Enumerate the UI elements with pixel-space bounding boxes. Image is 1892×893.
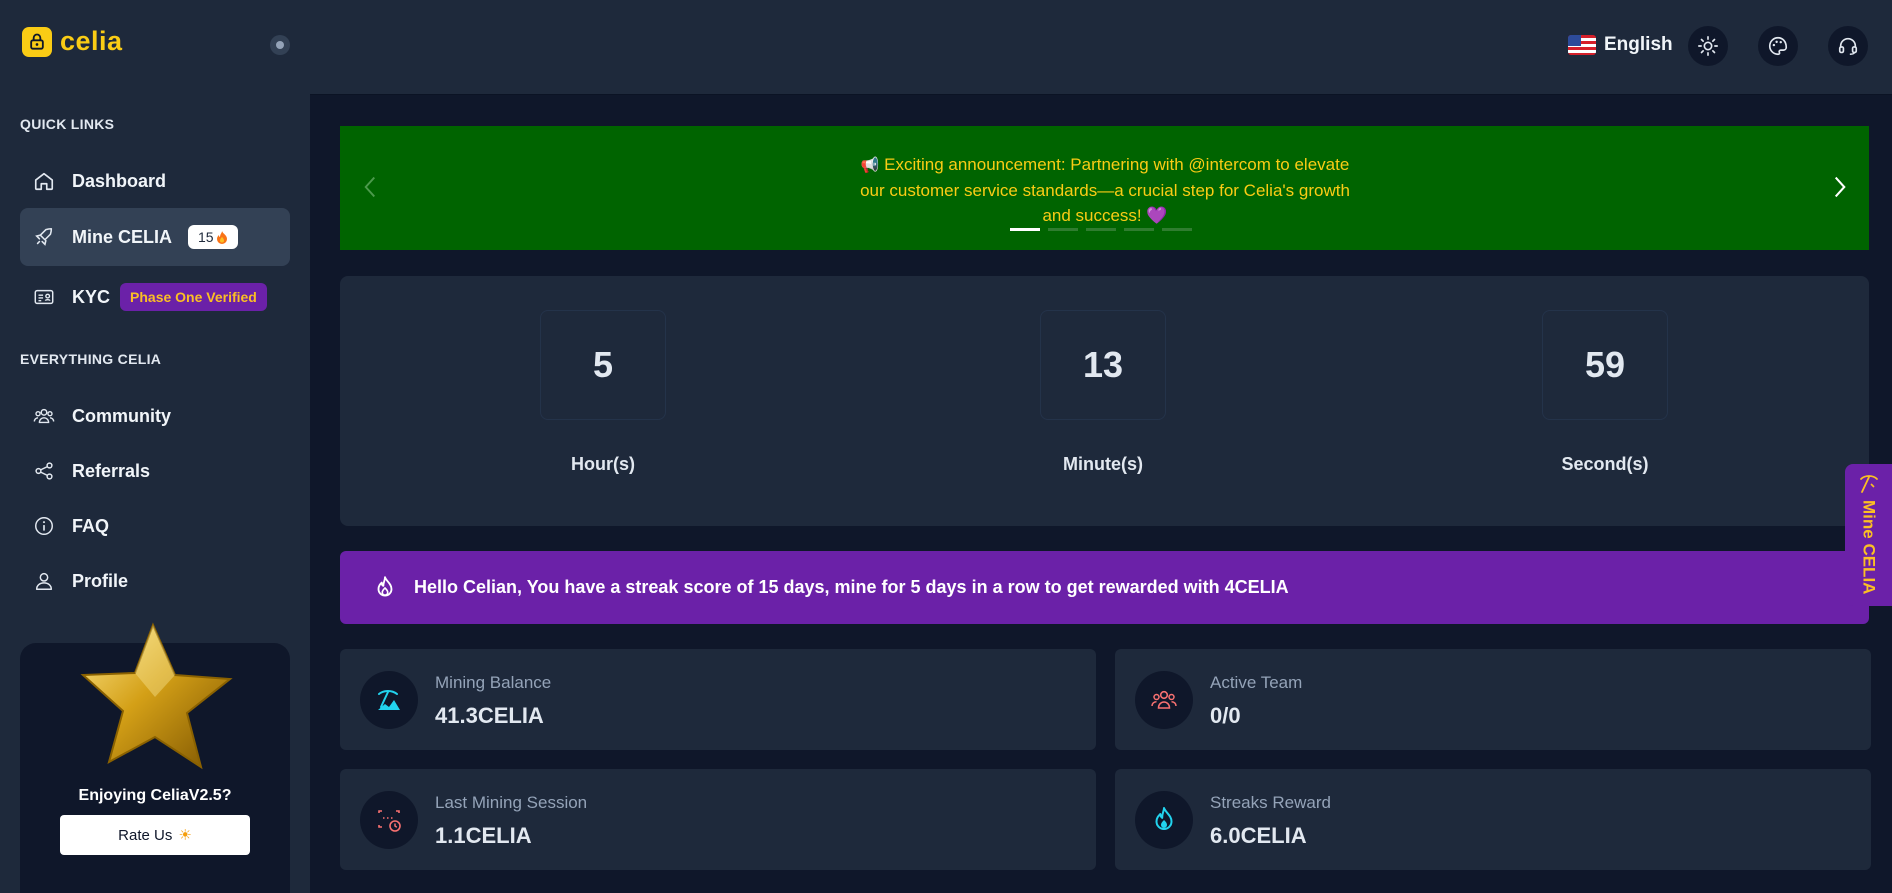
- everything-celia-heading: EVERYTHING CELIA: [20, 351, 162, 367]
- countdown-seconds: 59: [1542, 310, 1668, 420]
- stat-card-mining-balance: Mining Balance 41.3CELIA: [340, 649, 1096, 750]
- palette-icon: [1769, 36, 1788, 56]
- stat-card-last-mining-session: Last Mining Session 1.1CELIA: [340, 769, 1096, 870]
- stat-value: 6.0CELIA: [1210, 823, 1307, 848]
- theme-toggle-button[interactable]: [1688, 26, 1728, 66]
- palette-button[interactable]: [1758, 26, 1798, 66]
- sidebar-item-profile[interactable]: Profile: [20, 552, 290, 610]
- carousel-dot[interactable]: [1162, 228, 1192, 231]
- brand-logo[interactable]: celia: [22, 26, 123, 57]
- user-icon: [32, 569, 56, 593]
- mining-icon: [360, 671, 418, 729]
- chevron-right-icon: [1834, 176, 1846, 198]
- sun-icon: ☀: [178, 827, 192, 844]
- rate-card: Enjoying CeliaV2.5? Rate Us ☀: [20, 622, 290, 893]
- mining-countdown: 5 Hour(s) 13 Minute(s) 59 Second(s): [340, 276, 1869, 526]
- fire-icon: [216, 231, 227, 244]
- countdown-seconds-label: Second(s): [1561, 454, 1649, 474]
- home-icon: [32, 169, 56, 193]
- countdown-hours: 5: [540, 310, 666, 420]
- flame-icon: [1135, 791, 1193, 849]
- chevron-left-icon: [364, 176, 375, 198]
- stat-value: 41.3CELIA: [435, 703, 544, 728]
- countdown-minutes-label: Minute(s): [1063, 454, 1143, 474]
- team-icon: [1135, 671, 1193, 729]
- sidebar-item-dashboard[interactable]: Dashboard: [20, 152, 290, 210]
- announcement-text: 📢 Exciting announcement: Partnering with…: [860, 152, 1350, 228]
- id-card-icon: [32, 285, 56, 309]
- sidebar-item-faq[interactable]: FAQ: [20, 497, 290, 555]
- headset-icon: [1838, 37, 1858, 55]
- gold-star-icon: [75, 617, 245, 777]
- rocket-icon: [32, 225, 56, 249]
- pickaxe-icon: [1859, 475, 1878, 493]
- flame-icon: [377, 575, 393, 596]
- info-icon: [32, 514, 56, 538]
- announcement-message: Exciting announcement: Partnering with @…: [860, 155, 1350, 225]
- language-label: English: [1604, 34, 1673, 55]
- language-selector[interactable]: English: [1568, 34, 1673, 56]
- sidebar-item-mine-celia[interactable]: Mine CELIA 15: [20, 208, 290, 266]
- stat-label: Last Mining Session: [435, 793, 588, 812]
- sidebar-item-referrals[interactable]: Referrals: [20, 442, 290, 500]
- carousel-dot[interactable]: [1010, 228, 1040, 231]
- brand-name: celia: [60, 26, 123, 56]
- mine-celia-side-tab[interactable]: Mine CELIA: [1845, 464, 1892, 606]
- carousel-dots: [1010, 228, 1192, 231]
- stat-card-streaks-reward: Streaks Reward 6.0CELIA: [1115, 769, 1871, 870]
- streak-message: Hello Celian, You have a streak score of…: [414, 577, 1289, 597]
- countdown-minutes: 13: [1040, 310, 1166, 420]
- rate-card-title: Enjoying CeliaV2.5?: [78, 787, 232, 804]
- sidebar-item-label: Mine CELIA: [72, 226, 173, 247]
- rate-us-label: Rate Us: [118, 826, 173, 844]
- sidebar-collapse-toggle[interactable]: [270, 35, 290, 55]
- support-button[interactable]: [1828, 26, 1868, 66]
- side-tab-label: Mine CELIA: [1859, 500, 1879, 595]
- sidebar-item-label: Referrals: [72, 460, 151, 481]
- carousel-prev-button[interactable]: [358, 170, 382, 204]
- sidebar-item-label: Community: [72, 405, 171, 426]
- kyc-status-badge: Phase One Verified: [120, 283, 267, 311]
- app-root: celia QUICK LINKS Dashboard Mine CELIA 1…: [0, 0, 1892, 893]
- stat-value: 1.1CELIA: [435, 823, 532, 848]
- sidebar-item-label: FAQ: [72, 515, 110, 536]
- us-flag-icon: [1568, 35, 1596, 55]
- announcement-carousel: 📢 Exciting announcement: Partnering with…: [340, 126, 1869, 250]
- carousel-next-button[interactable]: [1828, 170, 1852, 204]
- stat-label: Active Team: [1210, 673, 1303, 692]
- users-icon: [32, 404, 56, 428]
- rate-us-button[interactable]: Rate Us ☀: [60, 815, 250, 855]
- stat-card-active-team: Active Team 0/0: [1115, 649, 1871, 750]
- stat-label: Streaks Reward: [1210, 793, 1331, 812]
- lock-logo-icon: [22, 26, 52, 57]
- carousel-dot[interactable]: [1086, 228, 1116, 231]
- sidebar-item-kyc[interactable]: KYC Phase One Verified: [20, 268, 290, 326]
- carousel-dot[interactable]: [1048, 228, 1078, 231]
- stat-value: 0/0: [1210, 703, 1241, 728]
- streak-count-badge: 15: [188, 225, 238, 249]
- sun-icon: [1698, 36, 1718, 56]
- streak-notice: Hello Celian, You have a streak score of…: [340, 551, 1869, 624]
- countdown-hours-label: Hour(s): [571, 454, 635, 474]
- streak-count: 15: [198, 229, 214, 245]
- carousel-dot[interactable]: [1124, 228, 1154, 231]
- sidebar-item-label: Profile: [72, 570, 129, 591]
- calendar-clock-icon: [360, 791, 418, 849]
- sidebar: celia QUICK LINKS Dashboard Mine CELIA 1…: [0, 0, 310, 893]
- sidebar-item-community[interactable]: Community: [20, 387, 290, 445]
- stat-label: Mining Balance: [435, 673, 552, 692]
- share-icon: [32, 459, 56, 483]
- topbar: English: [310, 0, 1892, 95]
- sidebar-item-label: Dashboard: [72, 170, 167, 191]
- quick-links-heading: QUICK LINKS: [20, 116, 115, 132]
- sidebar-item-label: KYC: [72, 286, 111, 307]
- megaphone-icon: 📢: [860, 157, 880, 174]
